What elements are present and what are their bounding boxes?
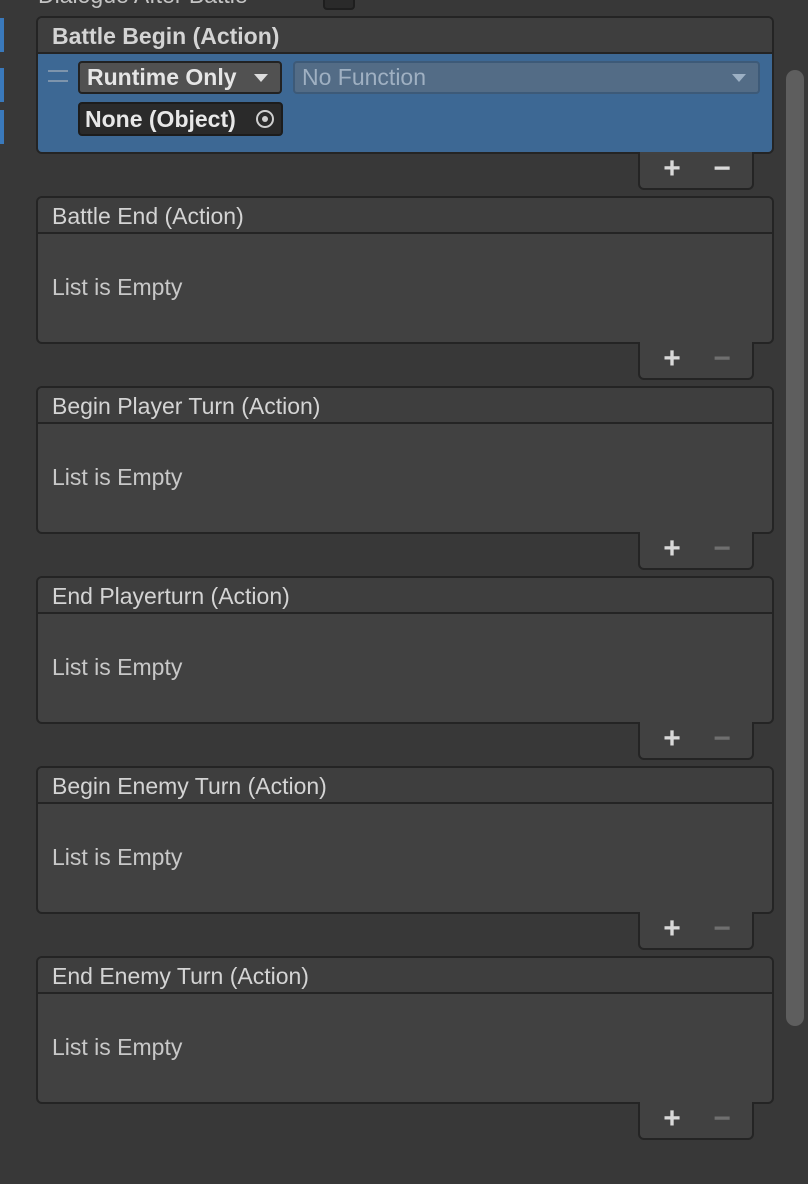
remove-listener-button: − [713, 532, 731, 565]
list-footer: + − [638, 532, 754, 570]
event-end-playerturn: End Playerturn (Action) List is Empty + … [36, 576, 774, 760]
event-panel: Begin Player Turn (Action) List is Empty [36, 386, 774, 534]
target-icon[interactable] [256, 110, 274, 128]
event-header[interactable]: Begin Player Turn (Action) [38, 388, 772, 424]
remove-listener-button[interactable]: − [710, 154, 734, 184]
event-begin-enemy-turn: Begin Enemy Turn (Action) List is Empty … [36, 766, 774, 950]
remove-listener-button: − [713, 1102, 731, 1135]
event-panel: End Enemy Turn (Action) List is Empty [36, 956, 774, 1104]
empty-list-text: List is Empty [52, 274, 183, 300]
remove-listener-button: − [713, 722, 731, 755]
event-body: List is Empty [38, 804, 772, 912]
event-header[interactable]: Battle End (Action) [38, 198, 772, 234]
empty-list-text: List is Empty [52, 464, 183, 490]
chevron-down-icon [732, 74, 746, 82]
list-footer: + − [638, 342, 754, 380]
event-header[interactable]: End Enemy Turn (Action) [38, 958, 772, 994]
drag-handle-icon[interactable] [48, 70, 68, 82]
event-body: List is Empty [38, 994, 772, 1102]
add-listener-button[interactable]: + [660, 914, 684, 944]
event-panel: Battle Begin (Action) Runtime Only No Fu… [36, 16, 774, 154]
event-body: List is Empty [38, 424, 772, 532]
chevron-down-icon [254, 74, 268, 82]
event-end-enemy-turn: End Enemy Turn (Action) List is Empty + … [36, 956, 774, 1140]
add-listener-button[interactable]: + [660, 154, 684, 184]
add-listener-button[interactable]: + [660, 344, 684, 374]
event-begin-player-turn: Begin Player Turn (Action) List is Empty… [36, 386, 774, 570]
event-header[interactable]: Battle Begin (Action) [38, 18, 772, 54]
event-listener-row[interactable]: Runtime Only No Function None (Object) [38, 54, 772, 152]
function-value: No Function [302, 64, 427, 90]
add-listener-button[interactable]: + [660, 724, 684, 754]
event-battle-end: Battle End (Action) List is Empty + − [36, 196, 774, 380]
list-footer: + − [638, 1102, 754, 1140]
list-footer: + − [638, 912, 754, 950]
event-body: List is Empty [38, 234, 772, 342]
event-header[interactable]: End Playerturn (Action) [38, 578, 772, 614]
event-panel: Begin Enemy Turn (Action) List is Empty [36, 766, 774, 914]
event-body: List is Empty [38, 614, 772, 722]
dialogue-after-battle-label: Dialogue After Battle [38, 0, 248, 9]
function-dropdown[interactable]: No Function [293, 61, 760, 94]
remove-listener-button: − [713, 342, 731, 375]
vertical-scrollbar[interactable] [784, 0, 808, 1184]
selection-indicator [0, 18, 4, 52]
remove-listener-button: − [713, 912, 731, 945]
add-listener-button[interactable]: + [660, 1104, 684, 1134]
empty-list-text: List is Empty [52, 654, 183, 680]
scrollbar-thumb[interactable] [786, 70, 804, 1026]
runtime-mode-dropdown[interactable]: Runtime Only [78, 61, 282, 94]
unity-events-list: Battle Begin (Action) Runtime Only No Fu… [36, 16, 774, 1140]
event-panel: Battle End (Action) List is Empty [36, 196, 774, 344]
runtime-mode-value: Runtime Only [87, 64, 237, 90]
event-battle-begin: Battle Begin (Action) Runtime Only No Fu… [36, 16, 774, 190]
event-header[interactable]: Begin Enemy Turn (Action) [38, 768, 772, 804]
selection-indicator [0, 110, 4, 144]
selection-indicator [0, 68, 4, 102]
empty-list-text: List is Empty [52, 844, 183, 870]
event-panel: End Playerturn (Action) List is Empty [36, 576, 774, 724]
dialogue-after-battle-toggle[interactable] [323, 0, 355, 10]
list-footer: + − [638, 722, 754, 760]
add-listener-button[interactable]: + [660, 534, 684, 564]
empty-list-text: List is Empty [52, 1034, 183, 1060]
list-footer: + − [638, 152, 754, 190]
target-object-value: None (Object) [85, 106, 236, 132]
target-object-field[interactable]: None (Object) [78, 102, 283, 136]
